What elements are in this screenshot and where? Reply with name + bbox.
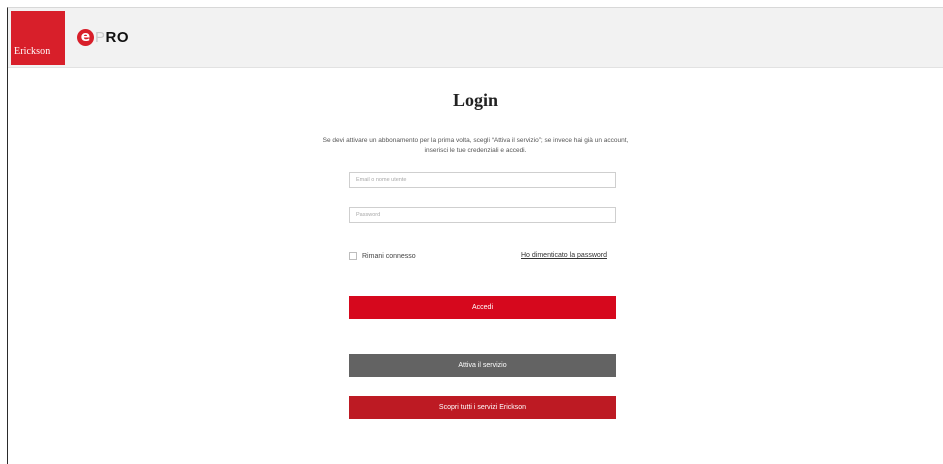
app-frame: Erickson e P RO Login Se devi attivare u… — [7, 7, 943, 464]
epro-logo-ro: RO — [105, 28, 130, 46]
erickson-logo-text: Erickson — [14, 46, 51, 57]
forgot-password-link[interactable]: Ho dimenticato la password — [521, 252, 607, 259]
top-header: Erickson e P RO — [8, 8, 943, 68]
login-instructions-line-1: Se devi attivare un abbonamento per la p… — [322, 137, 629, 144]
remember-me-checkbox[interactable] — [349, 252, 357, 260]
erickson-logo[interactable]: Erickson — [11, 11, 65, 65]
remember-me[interactable]: Rimani connesso — [349, 252, 416, 260]
login-instructions-line-2: inserisci le tue credenziali e accedi. — [424, 147, 527, 154]
epro-logo[interactable]: e P RO — [77, 28, 129, 46]
password-field[interactable] — [349, 207, 616, 223]
page-title: Login — [452, 90, 499, 110]
login-instructions: Se devi attivare un abbonamento per la p… — [8, 136, 943, 156]
epro-logo-p: P — [95, 28, 106, 46]
discover-services-button[interactable]: Scopri tutti i servizi Erickson — [349, 396, 616, 419]
login-button[interactable]: Accedi — [349, 296, 616, 319]
email-field[interactable] — [349, 172, 616, 188]
remember-me-label[interactable]: Rimani connesso — [362, 253, 416, 260]
epro-logo-e-icon: e — [77, 28, 94, 46]
activate-service-button[interactable]: Attiva il servizio — [349, 354, 616, 377]
